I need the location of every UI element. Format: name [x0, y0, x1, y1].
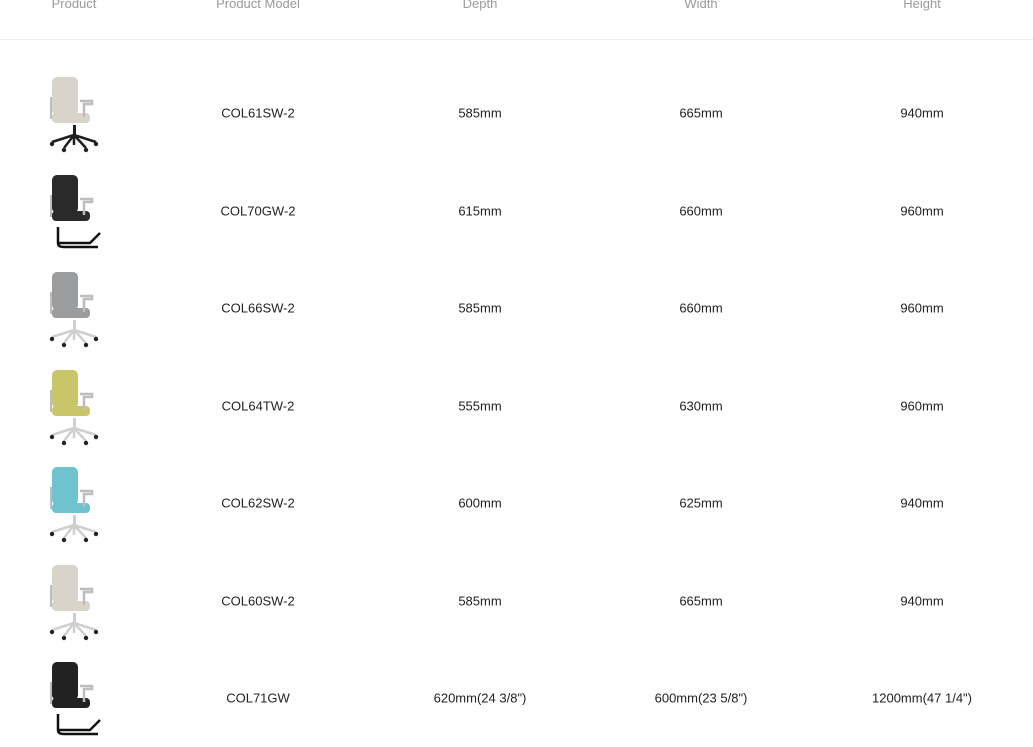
depth-cell: 620mm(24 3/8") [433, 690, 527, 706]
header-height: Height [903, 0, 941, 11]
table-row: COL60SW-2 585mm 665mm 940mm [0, 552, 1033, 650]
product-model-cell: COL66SW-2 [221, 300, 295, 316]
product-model-cell: COL62SW-2 [221, 495, 295, 511]
product-image[interactable] [44, 561, 106, 641]
product-image[interactable] [44, 73, 106, 153]
header-width: Width [684, 0, 718, 11]
product-image[interactable] [44, 171, 106, 251]
header-depth: Depth [462, 0, 498, 11]
width-cell: 600mm(23 5/8") [654, 690, 748, 706]
table-row: COL66SW-2 585mm 660mm 960mm [0, 259, 1033, 357]
product-image[interactable] [44, 268, 106, 348]
height-cell: 960mm [900, 203, 944, 219]
product-image[interactable] [44, 658, 106, 738]
width-cell: 660mm [679, 300, 723, 316]
product-model-cell: COL70GW-2 [220, 203, 296, 219]
depth-cell: 585mm [458, 300, 502, 316]
depth-cell: 585mm [458, 593, 502, 609]
height-cell: 960mm [900, 398, 944, 414]
product-model-cell: COL64TW-2 [221, 398, 295, 414]
depth-cell: 555mm [458, 398, 502, 414]
height-cell: 1200mm(47 1/4") [872, 690, 972, 706]
width-cell: 630mm [679, 398, 723, 414]
product-model-cell: COL60SW-2 [221, 593, 295, 609]
table-row: COL70GW-2 615mm 660mm 960mm [0, 162, 1033, 260]
product-image[interactable] [44, 366, 106, 446]
table-row: COL61SW-2 585mm 665mm 940mm [0, 64, 1033, 162]
height-cell: 940mm [900, 105, 944, 121]
depth-cell: 585mm [458, 105, 502, 121]
table-row: COL71GW 620mm(24 3/8") 600mm(23 5/8") 1200m… [0, 649, 1033, 747]
width-cell: 665mm [679, 593, 723, 609]
header-product-model: Product Model [216, 0, 300, 11]
height-cell: 940mm [900, 593, 944, 609]
product-image[interactable] [44, 463, 106, 543]
table-header: Product Product Model Depth Width Height [0, 0, 1033, 40]
table-row: COL64TW-2 555mm 630mm 960mm [0, 357, 1033, 455]
product-model-cell: COL71GW [226, 690, 290, 706]
depth-cell: 615mm [458, 203, 502, 219]
product-model-cell: COL61SW-2 [221, 105, 295, 121]
width-cell: 625mm [679, 495, 723, 511]
width-cell: 660mm [679, 203, 723, 219]
header-product: Product [51, 0, 97, 11]
depth-cell: 600mm [458, 495, 502, 511]
height-cell: 960mm [900, 300, 944, 316]
width-cell: 665mm [679, 105, 723, 121]
height-cell: 940mm [900, 495, 944, 511]
table-row: COL62SW-2 600mm 625mm 940mm [0, 454, 1033, 552]
